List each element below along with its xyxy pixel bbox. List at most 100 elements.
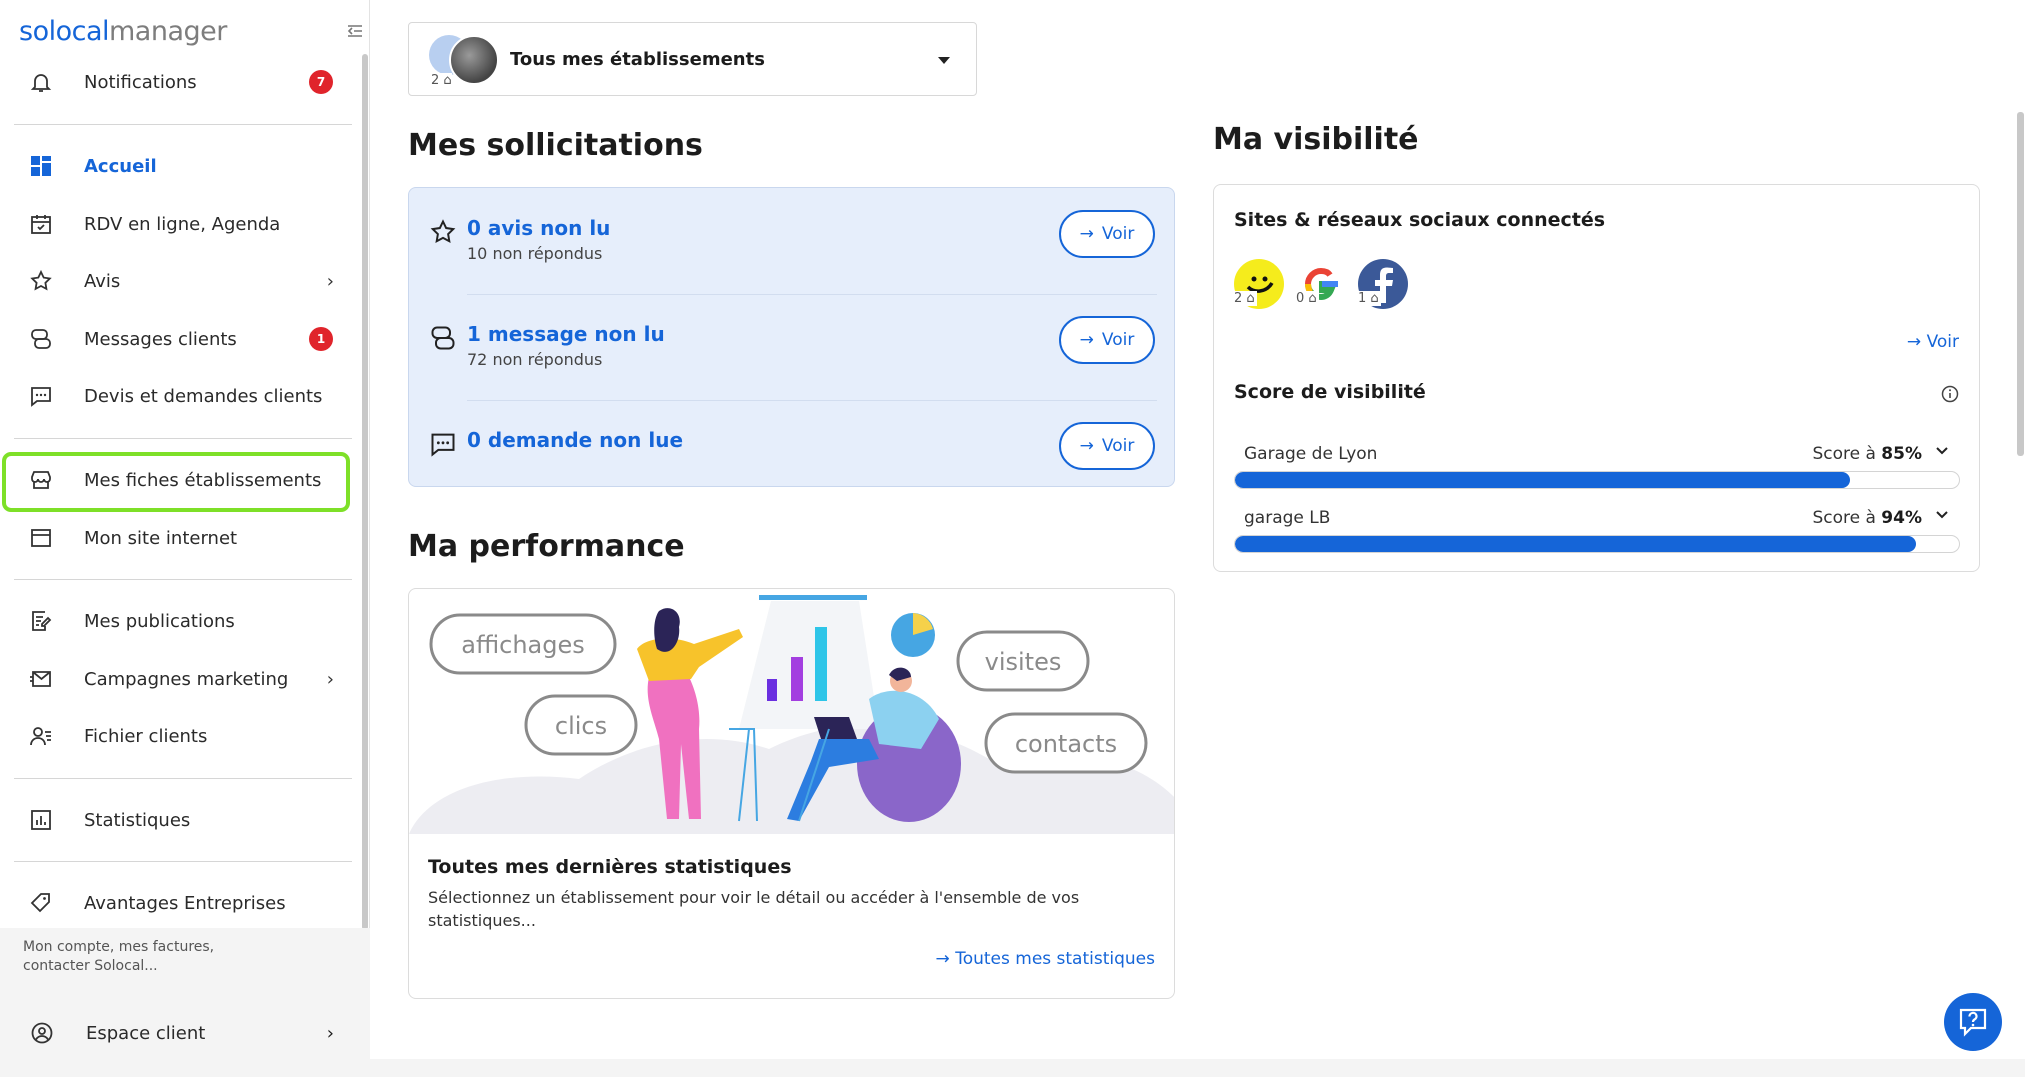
divider [14,778,352,779]
selector-label: Tous mes établissements [510,49,765,70]
score-value: Score à 94% [1812,508,1922,528]
establishment-avatars: 2 ⌂ [429,35,499,88]
sidebar-item-messages-clients[interactable]: Messages clients 1 [14,313,350,365]
sidebar-item-fichier-clients[interactable]: Fichier clients [14,710,350,762]
avatar [449,35,499,85]
collapse-icon [347,25,362,37]
list-item: 0 avis non lu 10 non répondus → Voir [409,188,1176,293]
score-title: Score de visibilité [1234,381,1426,403]
score-value: Score à 85% [1812,444,1922,464]
bubble-clics: clics [524,694,638,756]
unread-reviews-link[interactable]: 0 avis non lu [467,216,610,240]
all-stats-link[interactable]: → Toutes mes statistiques [936,949,1155,969]
bottom-band [370,1059,2025,1077]
chevron-right-icon: › [326,270,334,292]
mail-send-icon [28,666,54,692]
divider [14,124,352,125]
sidebar-footer: Mon compte, mes factures, contacter Solo… [0,928,370,1077]
sidebar-item-publications[interactable]: Mes publications [14,595,350,647]
dashboard-icon [28,153,54,179]
sollicitations-heading: Mes sollicitations [408,128,703,163]
help-chat-icon [1959,1008,1987,1037]
score-progress-bar [1234,535,1960,553]
account-hint: Mon compte, mes factures, contacter Solo… [23,939,215,974]
performance-heading: Ma performance [408,529,685,564]
chat-bubbles-icon [28,326,54,352]
list-item: 0 demande non lue → Voir [409,400,1176,505]
messages-badge: 1 [309,327,333,351]
voir-avis-button[interactable]: → Voir [1059,210,1155,258]
visibilite-card: Sites & réseaux sociaux connectés 2 ⌂ 0 … [1213,184,1980,572]
comment-dots-icon [28,383,54,409]
bubble-visites: visites [956,630,1090,692]
sidebar: solocalmanager Notifications 7 Accueil R… [0,0,370,1077]
performance-card[interactable]: affichages clics visites contacts Toutes… [408,588,1175,999]
voir-demandes-button[interactable]: → Voir [1059,422,1155,470]
svg-text:visites: visites [985,648,1062,676]
sidebar-item-avantages-entreprises[interactable]: Avantages Entreprises [14,877,350,929]
score-row-garage-lb[interactable]: garage LB Score à 94% [1234,508,1960,564]
help-chat-button[interactable] [1944,993,2002,1051]
notifications-badge: 7 [309,70,333,94]
divider [14,438,352,439]
info-icon[interactable] [1941,385,1959,403]
arrow-right-icon: → [1079,436,1094,456]
svg-text:contacts: contacts [1015,730,1117,758]
collapse-sidebar-button[interactable] [346,22,366,42]
list-item: 1 message non lu 72 non répondus → Voir [409,294,1176,399]
user-circle-icon [30,1021,54,1045]
score-progress-fill [1235,536,1916,552]
stats-card-title: Toutes mes dernières statistiques [428,856,792,878]
unread-messages-link[interactable]: 1 message non lu [467,322,665,346]
sidebar-item-statistiques[interactable]: Statistiques [14,794,350,846]
facebook-count: 1 ⌂ [1356,291,1381,306]
score-progress-fill [1235,472,1851,488]
voir-networks-link[interactable]: → Voir [1907,332,1959,352]
browser-window-icon [28,525,54,551]
networks-title: Sites & réseaux sociaux connectés [1234,209,1606,231]
chat-bubbles-icon [429,324,459,354]
establishment-count: 2 ⌂ [431,73,452,88]
pagesjaunes-count: 2 ⌂ [1232,291,1257,306]
google-count: 0 ⌂ [1294,291,1319,306]
sidebar-item-accueil[interactable]: Accueil [14,140,350,192]
establishment-selector[interactable]: 2 ⌂ Tous mes établissements [408,22,977,96]
star-icon [28,268,54,294]
unanswered-messages: 72 non répondus [467,350,603,369]
arrow-right-icon: → [1079,330,1094,350]
user-list-icon [28,723,54,749]
solocal-logo[interactable]: solocalmanager [19,16,227,47]
unread-requests-link[interactable]: 0 demande non lue [467,428,683,452]
page-scrollbar[interactable] [2017,112,2024,456]
chevron-down-icon [1934,506,1950,522]
bubble-contacts: contacts [984,712,1148,774]
stats-card-description: Sélectionnez un établissement pour voir … [428,888,1080,930]
sidebar-item-rdv-agenda[interactable]: RDV en ligne, Agenda [14,198,350,250]
storefront-icon [28,467,54,493]
divider [14,861,352,862]
unanswered-reviews: 10 non répondus [467,244,603,263]
sidebar-item-devis-demandes[interactable]: Devis et demandes clients [14,370,350,422]
caret-down-icon [938,57,950,64]
bar-chart-icon [28,807,54,833]
espace-client-button[interactable]: Espace client › [14,1008,350,1058]
sidebar-scrollbar[interactable] [362,54,368,930]
edit-document-icon [28,608,54,634]
sidebar-item-avis[interactable]: Avis › [14,255,350,307]
svg-text:affichages: affichages [461,631,585,659]
chevron-right-icon: › [326,1022,334,1044]
sidebar-item-notifications[interactable]: Notifications 7 [14,56,350,108]
bell-icon [28,69,54,95]
score-row-garage-de-lyon[interactable]: Garage de Lyon Score à 85% [1234,444,1960,500]
bubble-affichages: affichages [429,613,617,675]
score-progress-bar [1234,471,1960,489]
star-icon [429,218,459,248]
sollicitations-panel: 0 avis non lu 10 non répondus → Voir 1 me… [408,187,1175,487]
arrow-right-icon: → [935,949,956,969]
voir-messages-button[interactable]: → Voir [1059,316,1155,364]
visibilite-heading: Ma visibilité [1213,122,1419,157]
svg-text:clics: clics [555,712,607,740]
sidebar-item-mes-fiches[interactable]: Mes fiches établissements [14,454,350,506]
sidebar-item-site-internet[interactable]: Mon site internet [14,512,350,564]
sidebar-item-campagnes-marketing[interactable]: Campagnes marketing › [14,653,350,705]
